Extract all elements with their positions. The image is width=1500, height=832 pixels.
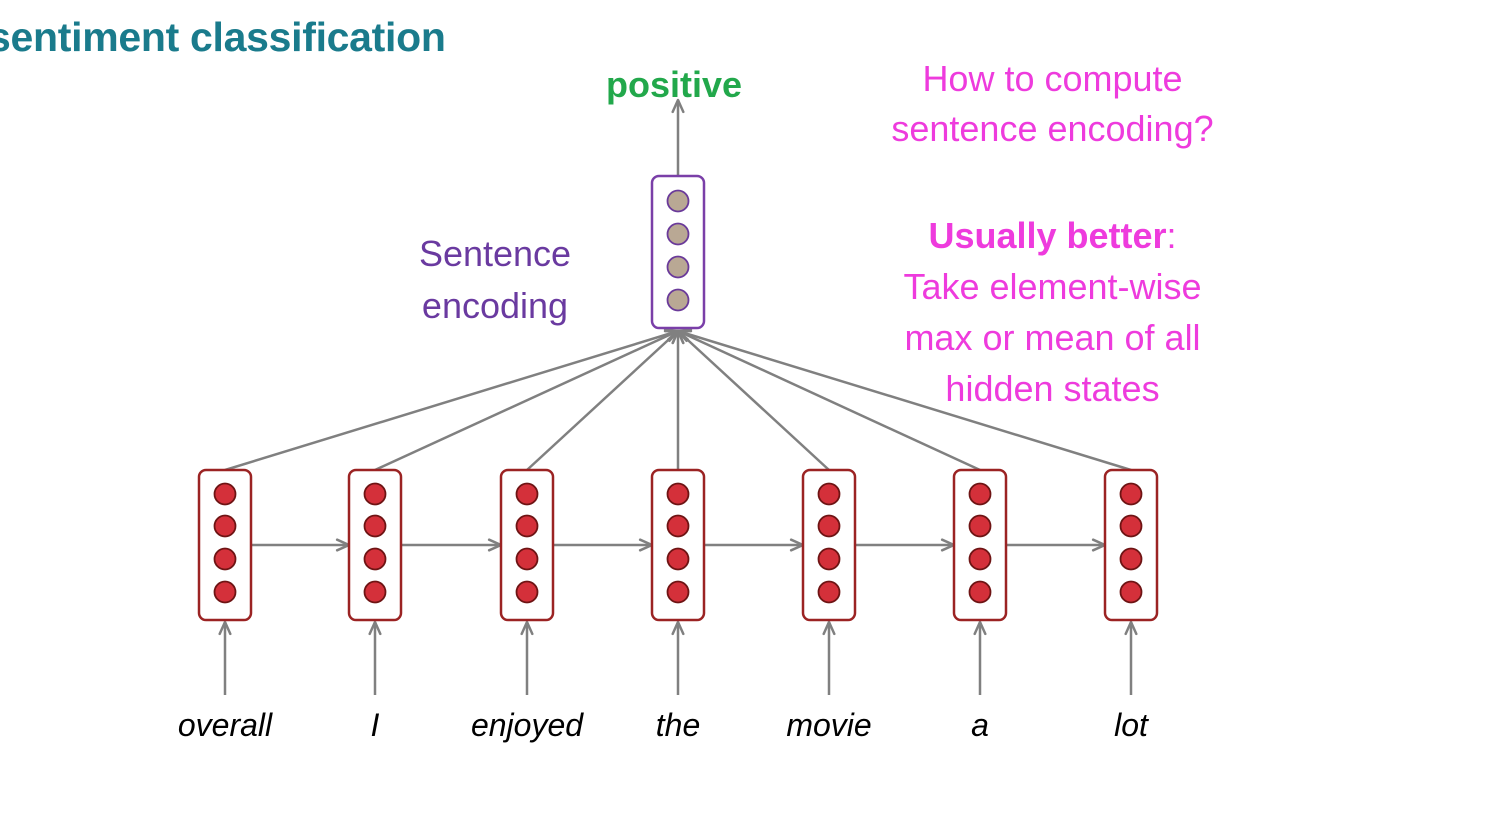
word-label: I xyxy=(371,707,380,743)
hidden-unit-dot xyxy=(666,514,690,538)
pool-arrow xyxy=(677,329,1132,472)
hidden-unit-dot xyxy=(515,482,539,506)
hidden-unit-dot xyxy=(363,482,387,506)
word-label: a xyxy=(971,707,989,743)
hidden-unit-dot xyxy=(666,580,690,604)
encoding-unit-dot xyxy=(666,255,690,279)
hidden-unit-dot xyxy=(817,514,841,538)
hidden-unit-dot xyxy=(213,580,237,604)
word-label: enjoyed xyxy=(471,707,584,743)
hidden-unit-dot xyxy=(968,547,992,571)
hidden-unit-dot xyxy=(1119,514,1143,538)
hidden-unit-dot xyxy=(817,547,841,571)
hidden-unit-dot xyxy=(968,514,992,538)
word-label: the xyxy=(656,707,700,743)
encoding-unit-dot xyxy=(666,288,690,312)
pool-arrow xyxy=(224,329,679,472)
pool-arrow xyxy=(677,330,830,471)
hidden-unit-dot xyxy=(968,580,992,604)
word-label: movie xyxy=(786,707,871,743)
rnn-diagram: overall Ienjoyed the movie a lot xyxy=(178,98,1159,743)
hidden-unit-dot xyxy=(817,580,841,604)
hidden-unit-dot xyxy=(666,547,690,571)
hidden-unit-dot xyxy=(666,482,690,506)
hidden-unit-dot xyxy=(363,547,387,571)
hidden-unit-dot xyxy=(213,547,237,571)
encoding-unit-dot xyxy=(666,222,690,246)
hidden-unit-dot xyxy=(1119,547,1143,571)
word-label: overall xyxy=(178,707,273,743)
pool-arrow xyxy=(526,330,679,471)
hidden-unit-dot xyxy=(515,547,539,571)
hidden-unit-dot xyxy=(213,514,237,538)
hidden-unit-dot xyxy=(213,482,237,506)
encoding-unit-dot xyxy=(666,189,690,213)
hidden-unit-dot xyxy=(515,514,539,538)
pool-arrow xyxy=(677,329,981,472)
hidden-unit-dot xyxy=(1119,580,1143,604)
hidden-unit-dot xyxy=(1119,482,1143,506)
pool-arrow xyxy=(374,329,679,472)
word-label: lot xyxy=(1114,707,1149,743)
hidden-unit-dot xyxy=(363,580,387,604)
hidden-unit-dot xyxy=(363,514,387,538)
hidden-unit-dot xyxy=(968,482,992,506)
hidden-unit-dot xyxy=(817,482,841,506)
hidden-unit-dot xyxy=(515,580,539,604)
